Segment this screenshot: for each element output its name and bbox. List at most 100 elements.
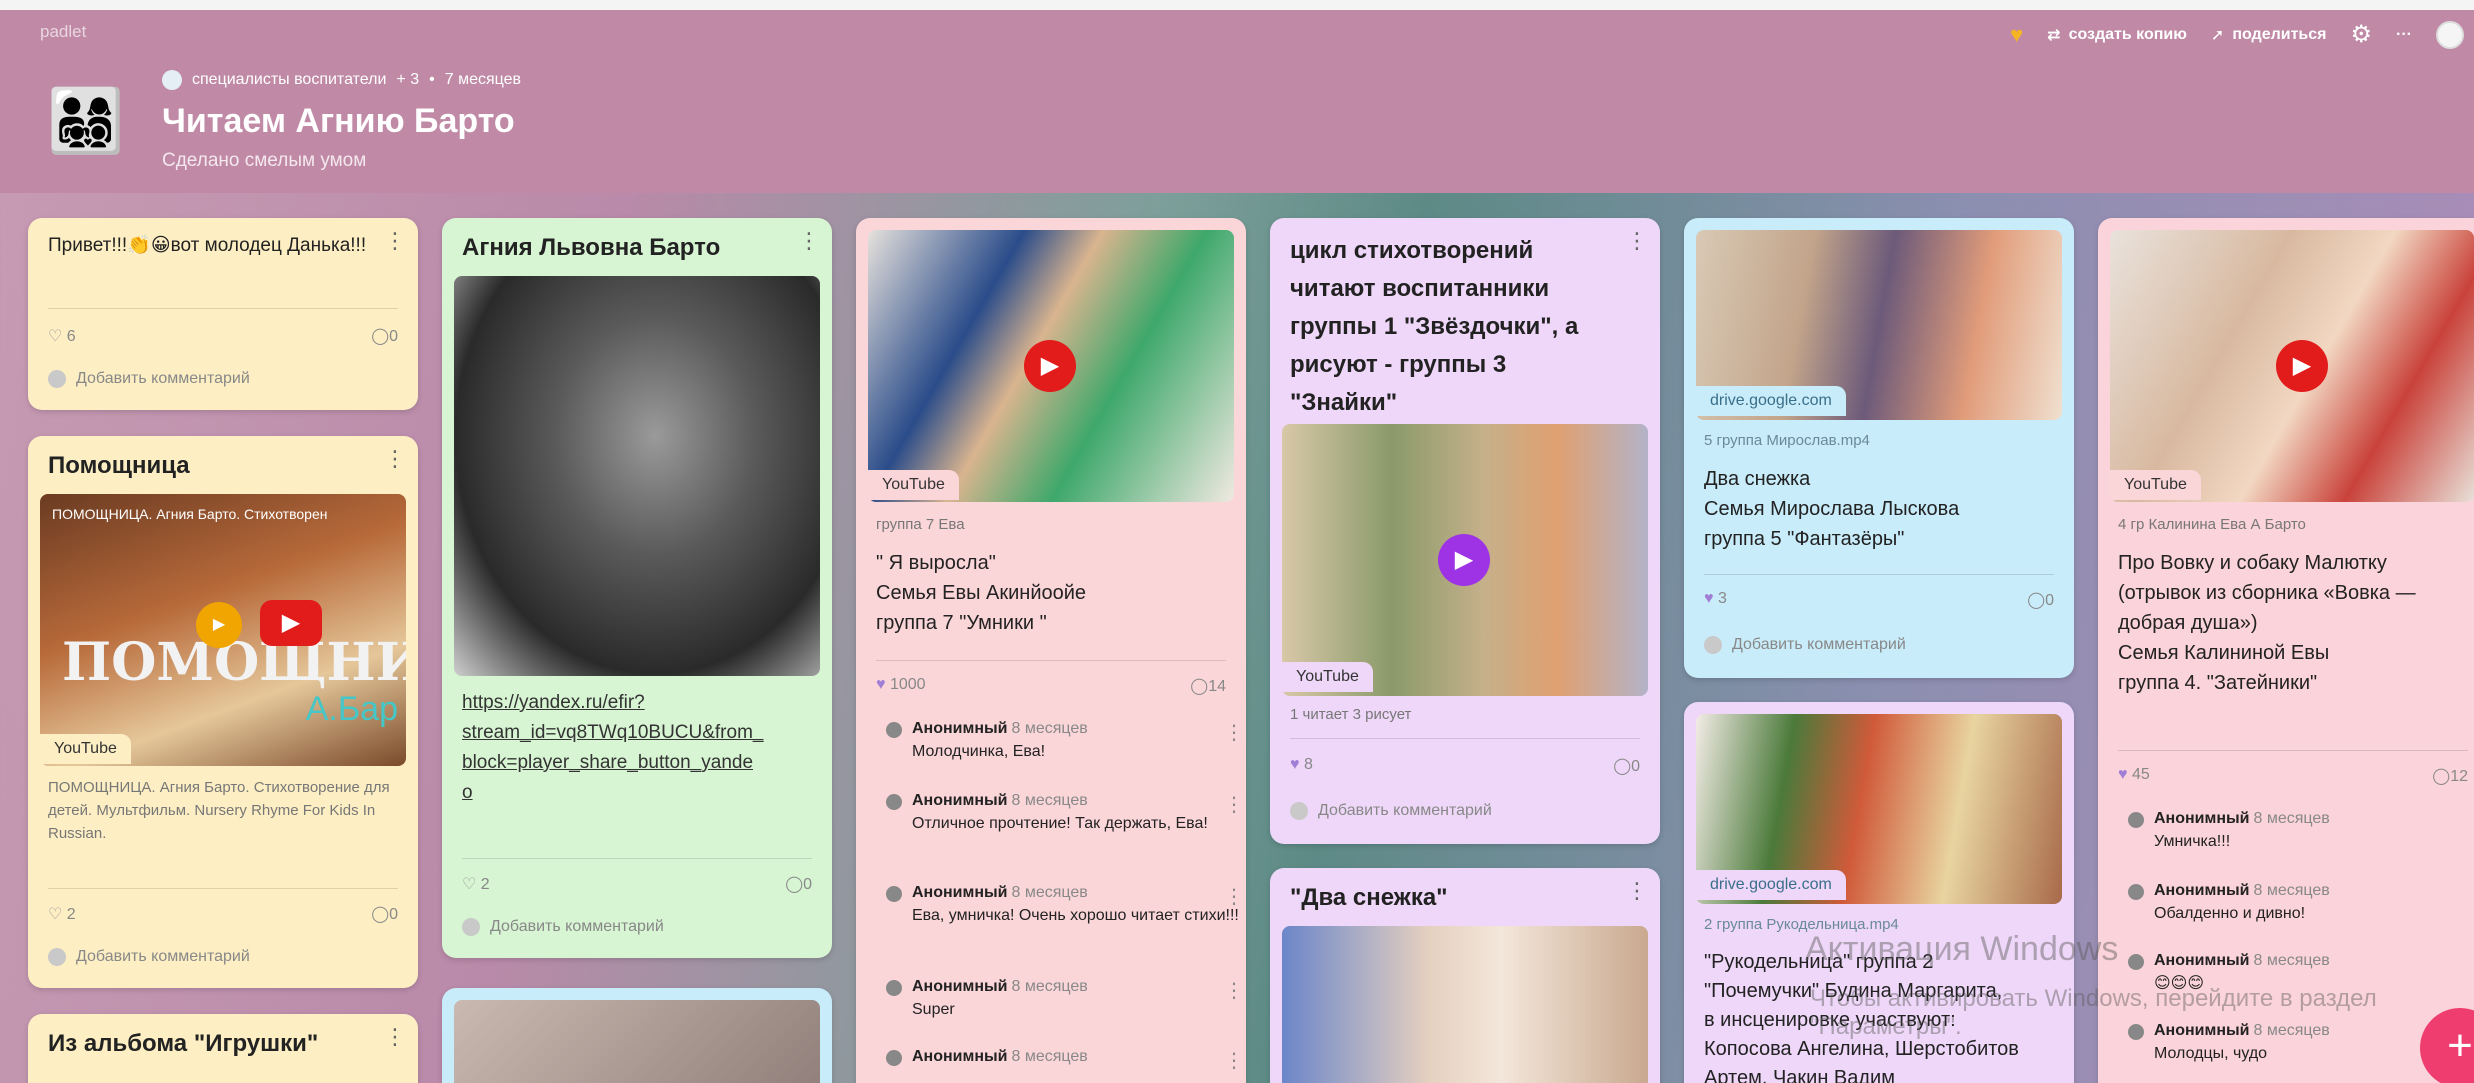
heart-outline-icon: ♡ (462, 876, 477, 893)
comment-item: Анонимный 8 месяцев Умничка!!! (2128, 810, 2454, 852)
play-icon[interactable]: ▶ (1024, 340, 1076, 392)
comment-count[interactable]: ◯0 (371, 904, 398, 924)
thumbnail-caption: ПОМОЩНИЦА. Агния Барто. Стихотворен (52, 506, 328, 522)
comment-icon: ◯ (371, 906, 390, 923)
comment-icon: ◯ (785, 876, 804, 893)
like-button[interactable]: ♥ 3 (1704, 590, 1727, 610)
post-image[interactable] (454, 1000, 820, 1083)
comment-item: Анонимный 8 месяцев Отличное прочтение! Та… (886, 792, 1246, 834)
post-subtitle: 1 читает 3 рисует (1290, 706, 1412, 723)
comment-menu-icon[interactable]: ⋮ (1224, 720, 1244, 745)
share-icon: ➚ (2210, 26, 2225, 44)
like-button[interactable]: ♡ 2 (48, 904, 76, 924)
author-name[interactable]: специалисты воспитатели (192, 71, 386, 89)
padlet-brand[interactable]: padlet (40, 22, 86, 42)
heart-outline-icon: ♡ (48, 328, 63, 345)
play-icon[interactable]: ▶ (2276, 340, 2328, 392)
comment-item: Анонимный 8 месяцев Ева, умничка! Очень хо… (886, 884, 1246, 926)
like-button[interactable]: ♥ 8 (1290, 756, 1313, 776)
post-card[interactable]: ⋮ Из альбома "Игрушки" (28, 1014, 418, 1083)
comment-menu-icon[interactable]: ⋮ (1224, 884, 1244, 909)
padlet-title: Читаем Агнию Барто (162, 102, 515, 140)
video-thumbnail[interactable]: ПОМОЩНИЦА. Агния Барто. Стихотворен ПОМО… (40, 494, 406, 766)
post-stats: ♡ 6 ◯0 (48, 326, 398, 346)
comment-menu-icon[interactable]: ⋮ (1224, 1048, 1244, 1073)
post-title: Агния Львовна Барто (462, 234, 721, 261)
video-thumbnail[interactable] (1282, 926, 1648, 1083)
post-menu-icon[interactable]: ⋮ (384, 230, 406, 252)
post-card[interactable]: ⋮ drive.google.com 5 группа Мирослав.mp4… (1684, 218, 2074, 678)
link-line[interactable]: o (462, 782, 473, 803)
windows-activation-text: Чтобы активировать Windows, перейдите в … (1810, 985, 2377, 1040)
padlet-subtitle: Сделано смелым умом (162, 150, 367, 171)
like-button[interactable]: ♥ 45 (2118, 766, 2150, 786)
post-card[interactable]: ⋮ Помощница ПОМОЩНИЦА. Агния Барто. Стих… (28, 436, 418, 988)
post-card[interactable]: ⋮ Привет!!!👏😀вот молодец Данька!!! ♡ 6 ◯… (28, 218, 418, 410)
divider (1704, 574, 2054, 575)
post-stats: ♥ 1000 ◯14 (876, 676, 1226, 696)
commenter-avatar (1704, 636, 1722, 654)
source-badge: drive.google.com (1696, 870, 1846, 900)
post-stats: ♡ 2 ◯0 (462, 874, 812, 894)
post-card[interactable]: ⋮ цикл стихотворений читают воспитанники… (1270, 218, 1660, 844)
link-line[interactable]: https://yandex.ru/efir? (462, 692, 645, 713)
link-line[interactable]: block=player_share_button_yande (462, 752, 753, 773)
add-comment-button[interactable]: Добавить комментарий (1290, 802, 1492, 820)
comment-count[interactable]: ◯12 (2432, 766, 2468, 786)
post-stats: ♥ 8 ◯0 (1290, 756, 1640, 776)
gear-icon[interactable]: ⚙ (2351, 20, 2373, 49)
comment-count[interactable]: ◯0 (371, 326, 398, 346)
post-stats: ♡ 2 ◯0 (48, 904, 398, 924)
post-card[interactable]: ⋮ "Два снежка" (1270, 868, 1660, 1083)
post-card[interactable]: ⋮ (442, 988, 832, 1083)
comment-icon: ◯ (2027, 592, 2046, 609)
post-title: Из альбома "Игрушки" (48, 1030, 319, 1057)
post-menu-icon[interactable]: ⋮ (798, 230, 820, 252)
like-button[interactable]: ♥ 1000 (876, 676, 926, 696)
heart-filled-icon: ♥ (2118, 766, 2128, 783)
comment-item: Анонимный 8 месяцев Super (886, 978, 1246, 1020)
file-name: 5 группа Мирослав.mp4 (1704, 432, 1870, 449)
user-avatar[interactable] (2436, 20, 2464, 49)
post-body: Про Вовку и собаку Малютку (отрывок из с… (2118, 552, 2416, 694)
add-comment-button[interactable]: Добавить комментарий (1704, 636, 1906, 654)
video-description: ПОМОЩНИЦА. Агния Барто. Стихотворение дл… (48, 779, 390, 842)
post-title: Помощница (48, 452, 190, 479)
post-card[interactable]: ⋮ ▶ YouTube группа 7 Ева " Я выросла" Се… (856, 218, 1246, 1083)
play-circle-icon: ▶ (196, 602, 242, 648)
comment-count[interactable]: ◯0 (2027, 590, 2054, 610)
commenter-avatar (1290, 802, 1308, 820)
video-thumbnail[interactable]: ▶ (1282, 424, 1648, 696)
play-icon[interactable]: ▶ (1438, 534, 1490, 586)
comment-count[interactable]: ◯0 (785, 874, 812, 894)
like-button[interactable]: ♡ 2 (462, 874, 490, 894)
video-thumbnail[interactable]: ▶ (868, 230, 1234, 502)
comment-count[interactable]: ◯14 (1190, 676, 1226, 696)
comment-menu-icon[interactable]: ⋮ (1224, 792, 1244, 817)
more-icon[interactable]: ··· (2396, 26, 2412, 44)
like-button[interactable]: ♡ 6 (48, 326, 76, 346)
add-comment-button[interactable]: Добавить комментарий (48, 948, 250, 966)
link-line[interactable]: stream_id=vq8TWq10BUCU&from_ (462, 722, 763, 743)
divider (1290, 738, 1640, 739)
post-menu-icon[interactable]: ⋮ (1626, 880, 1648, 902)
commenter-avatar (886, 1050, 902, 1066)
add-comment-button[interactable]: Добавить комментарий (48, 370, 250, 388)
comment-icon: ◯ (2432, 768, 2451, 785)
add-comment-button[interactable]: Добавить комментарий (462, 918, 664, 936)
post-card[interactable]: ⋮ Агния Львовна Барто https://yandex.ru/… (442, 218, 832, 958)
comment-item: Анонимный 8 месяцев Молодчинка, Ева! (886, 720, 1246, 762)
share-button[interactable]: ➚ поделиться (2211, 25, 2327, 45)
play-icon[interactable]: ▶ (260, 600, 322, 646)
portrait-image[interactable] (454, 276, 820, 676)
post-link[interactable]: https://yandex.ru/efir? stream_id=vq8TWq… (462, 688, 812, 808)
comment-menu-icon[interactable]: ⋮ (1224, 978, 1244, 1003)
post-card[interactable]: ⋮ ▶ YouTube 4 гр Калинина Ева А Барто Пр… (2098, 218, 2474, 1083)
padlet-age: 7 месяцев (444, 71, 522, 88)
remake-button[interactable]: ⇄ создать копию (2047, 25, 2187, 45)
heart-icon[interactable]: ♥ (2010, 22, 2023, 48)
post-menu-icon[interactable]: ⋮ (384, 448, 406, 470)
post-menu-icon[interactable]: ⋮ (384, 1026, 406, 1048)
comment-count[interactable]: ◯0 (1613, 756, 1640, 776)
video-thumbnail[interactable]: ▶ (2110, 230, 2474, 502)
